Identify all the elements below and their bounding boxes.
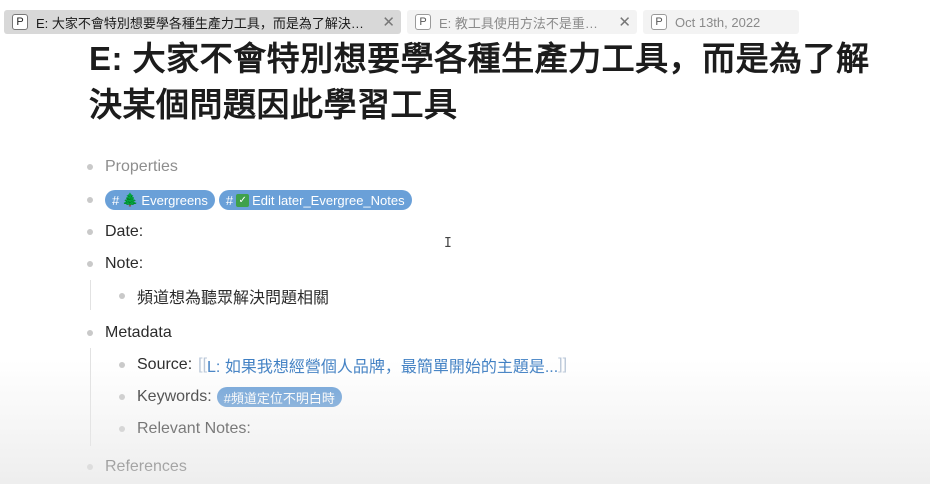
block-metadata[interactable]: Metadata bbox=[105, 321, 172, 345]
tab-current-page[interactable]: P E: 大家不會特別想要學各種生產力工具，而是為了解決某個問... ✕ bbox=[4, 10, 401, 34]
block-relevant-notes[interactable]: Relevant Notes: bbox=[137, 417, 251, 441]
block-note-child[interactable]: 頻道想為聽眾解決問題相關 bbox=[137, 284, 329, 308]
close-icon[interactable]: ✕ bbox=[618, 13, 631, 31]
block-references[interactable]: References bbox=[105, 455, 187, 479]
bullet[interactable] bbox=[87, 330, 93, 336]
tab-title: Oct 13th, 2022 bbox=[675, 14, 761, 30]
bullet[interactable] bbox=[119, 362, 125, 368]
tag-label: Evergreens bbox=[141, 192, 208, 208]
tag-evergreens[interactable]: # 🌲 Evergreens bbox=[105, 190, 215, 210]
text-cursor-icon: I bbox=[444, 236, 452, 251]
date-label: Date: bbox=[105, 223, 144, 240]
note-child-text: 頻道想為聽眾解決問題相關 bbox=[137, 290, 330, 307]
child-guide-line bbox=[90, 280, 91, 310]
bullet[interactable] bbox=[87, 464, 93, 470]
page-icon: P bbox=[12, 14, 28, 30]
note-label: Note: bbox=[105, 255, 144, 272]
bullet[interactable] bbox=[87, 197, 93, 203]
block-date[interactable]: Date: bbox=[105, 220, 143, 244]
close-icon[interactable]: ✕ bbox=[382, 13, 395, 31]
tag-label: Edit later_Evergree_Notes bbox=[252, 192, 405, 208]
keywords-label: Keywords: bbox=[137, 388, 212, 405]
evergreen-tree-icon: 🌲 bbox=[122, 192, 139, 207]
page-icon: P bbox=[651, 14, 667, 30]
source-page-link[interactable]: L: 如果我想經營個人品牌，最簡單開始的主題是... bbox=[207, 353, 558, 377]
page-title-line-1: E: 大家不會特別想要學各種生產力工具，而是為了解 bbox=[89, 40, 870, 77]
block-note[interactable]: Note: bbox=[105, 252, 143, 276]
bullet[interactable] bbox=[119, 293, 125, 299]
bullet[interactable] bbox=[87, 261, 93, 267]
hash-symbol: # bbox=[112, 192, 120, 208]
link-open-bracket: [[ bbox=[198, 356, 208, 373]
tag-keyword[interactable]: #頻道定位不明白時 bbox=[216, 387, 342, 407]
bullet[interactable] bbox=[87, 229, 93, 235]
tab-title: E: 教工具使用方法不是重點... bbox=[439, 15, 609, 31]
block-properties[interactable]: Properties bbox=[105, 155, 178, 179]
tag-edit-later[interactable]: # ✓ Edit later_Evergree_Notes bbox=[218, 190, 412, 210]
bullet[interactable] bbox=[119, 394, 125, 400]
block-tags[interactable]: # 🌲 Evergreens # ✓ Edit later_Evergree_N… bbox=[105, 188, 416, 212]
source-label: Source: bbox=[137, 356, 193, 373]
references-label: References bbox=[105, 458, 187, 475]
block-source[interactable]: Source: [[ L: 如果我想經營個人品牌，最簡單開始的主題是... ]] bbox=[137, 353, 567, 377]
page-title-line-2: 決某個問題因此學習工具 bbox=[89, 86, 458, 123]
bullet[interactable] bbox=[119, 426, 125, 432]
hash-symbol: # bbox=[225, 192, 234, 208]
tab-journal-page[interactable]: P Oct 13th, 2022 bbox=[643, 10, 799, 34]
bullet[interactable] bbox=[87, 164, 93, 170]
child-guide-line bbox=[90, 348, 91, 446]
check-mark-icon: ✓ bbox=[236, 193, 250, 207]
page-icon: P bbox=[415, 14, 431, 30]
tab-second-page[interactable]: P E: 教工具使用方法不是重點... ✕ bbox=[407, 10, 637, 34]
relevant-notes-label: Relevant Notes: bbox=[137, 420, 251, 437]
block-keywords[interactable]: Keywords: #頻道定位不明白時 bbox=[137, 385, 346, 409]
metadata-label: Metadata bbox=[105, 324, 172, 341]
page-title[interactable]: E: 大家不會特別想要學各種生產力工具，而是為了解 決某個問題因此學習工具 bbox=[89, 36, 909, 128]
tab-title: E: 大家不會特別想要學各種生產力工具，而是為了解決某個問... bbox=[36, 15, 373, 31]
link-close-bracket: ]] bbox=[558, 356, 568, 373]
properties-label: Properties bbox=[105, 158, 178, 175]
